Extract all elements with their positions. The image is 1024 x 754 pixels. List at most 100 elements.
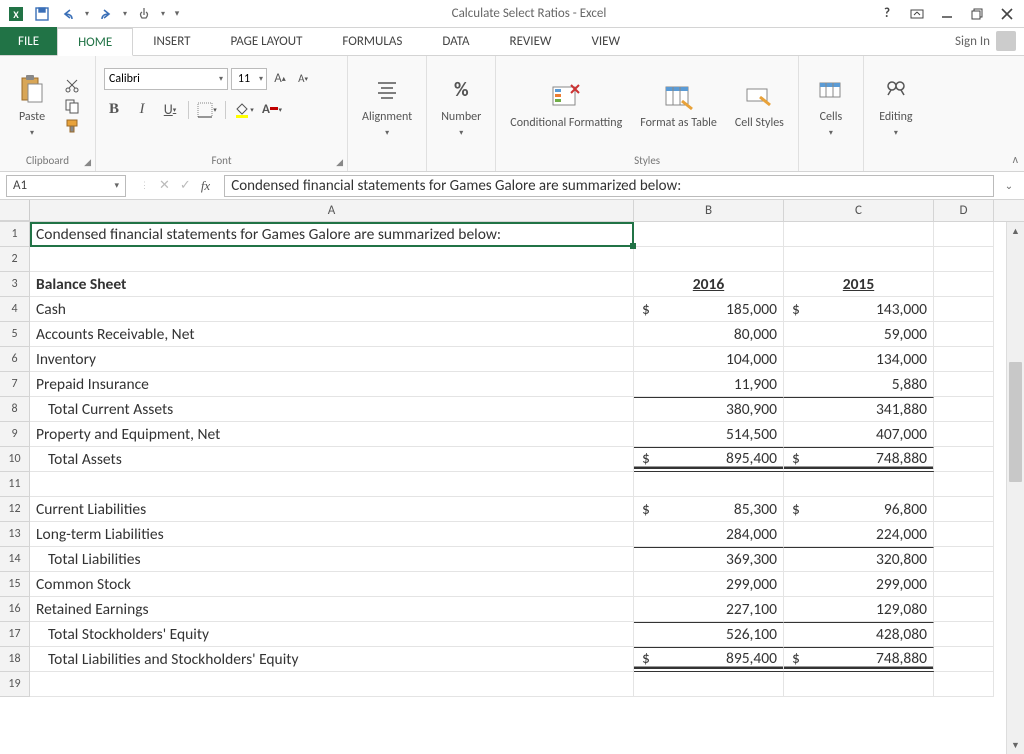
cell[interactable]: 11,900 xyxy=(634,372,784,397)
row-header[interactable]: 19 xyxy=(0,672,30,697)
cut-icon[interactable] xyxy=(62,77,82,95)
row-header[interactable]: 18 xyxy=(0,647,30,672)
dialog-launcher-icon[interactable]: ◢ xyxy=(84,157,91,168)
tab-data[interactable]: DATA xyxy=(422,27,489,55)
cell[interactable] xyxy=(784,472,934,497)
cell[interactable]: 80,000 xyxy=(634,322,784,347)
ribbon-display-icon[interactable] xyxy=(904,4,930,24)
cell[interactable]: $748,880 xyxy=(784,447,934,472)
italic-icon[interactable]: I xyxy=(132,101,152,119)
cell[interactable]: 224,000 xyxy=(784,522,934,547)
cell[interactable]: Property and Equipment, Net xyxy=(30,422,634,447)
bold-icon[interactable]: B xyxy=(104,101,124,119)
cell[interactable]: 227,100 xyxy=(634,597,784,622)
cell[interactable] xyxy=(934,472,994,497)
cell[interactable] xyxy=(934,497,994,522)
redo-dropdown-icon[interactable]: ▾ xyxy=(120,3,130,25)
cell[interactable]: Retained Earnings xyxy=(30,597,634,622)
row-header[interactable]: 16 xyxy=(0,597,30,622)
paste-button[interactable]: Paste ▾ xyxy=(8,70,56,142)
tab-view[interactable]: VIEW xyxy=(572,27,641,55)
row-header[interactable]: 13 xyxy=(0,522,30,547)
font-size-box[interactable]: ▾ xyxy=(231,68,267,90)
border-icon[interactable]: ▾ xyxy=(197,101,217,119)
row-header[interactable]: 9 xyxy=(0,422,30,447)
cell[interactable]: 428,080 xyxy=(784,622,934,647)
qat-customize-icon[interactable]: ▾ xyxy=(170,3,184,25)
cell[interactable] xyxy=(934,222,994,247)
cell[interactable] xyxy=(30,247,634,272)
tab-insert[interactable]: INSERT xyxy=(133,27,210,55)
cell[interactable] xyxy=(934,397,994,422)
cell[interactable]: 514,500 xyxy=(634,422,784,447)
cell[interactable]: 2015 xyxy=(784,272,934,297)
save-icon[interactable] xyxy=(30,3,54,25)
enter-icon[interactable]: ✓ xyxy=(180,178,191,193)
cell[interactable]: $748,880 xyxy=(784,647,934,672)
alignment-button[interactable]: Alignment▾ xyxy=(356,70,418,142)
cell[interactable]: 526,100 xyxy=(634,622,784,647)
chevron-down-icon[interactable]: ▾ xyxy=(114,180,119,191)
select-all-corner[interactable] xyxy=(0,200,30,221)
cell[interactable]: Condensed financial statements for Games… xyxy=(30,222,634,247)
cell[interactable]: Total Liabilities xyxy=(30,547,634,572)
row-header[interactable]: 5 xyxy=(0,322,30,347)
cell[interactable] xyxy=(934,522,994,547)
cell[interactable] xyxy=(934,647,994,672)
cell[interactable] xyxy=(934,547,994,572)
row-header[interactable]: 6 xyxy=(0,347,30,372)
conditional-formatting-button[interactable]: Conditional Formatting xyxy=(504,77,628,134)
format-as-table-button[interactable]: Format as Table xyxy=(634,77,723,134)
redo-icon[interactable] xyxy=(94,3,118,25)
row-header[interactable]: 11 xyxy=(0,472,30,497)
cell[interactable]: 320,800 xyxy=(784,547,934,572)
cell[interactable]: 299,000 xyxy=(784,572,934,597)
col-header-A[interactable]: A xyxy=(30,200,634,221)
number-button[interactable]: %Number▾ xyxy=(435,70,487,142)
cell[interactable]: 59,000 xyxy=(784,322,934,347)
row-header[interactable]: 7 xyxy=(0,372,30,397)
cell[interactable] xyxy=(634,247,784,272)
row-header[interactable]: 2 xyxy=(0,247,30,272)
undo-dropdown-icon[interactable]: ▾ xyxy=(82,3,92,25)
cell[interactable] xyxy=(30,672,634,697)
cell[interactable]: 284,000 xyxy=(634,522,784,547)
cell[interactable]: Balance Sheet xyxy=(30,272,634,297)
dialog-launcher-icon[interactable]: ◢ xyxy=(336,157,343,168)
cell[interactable]: $895,400 xyxy=(634,647,784,672)
scroll-up-icon[interactable]: ▲ xyxy=(1007,222,1024,240)
fill-color-icon[interactable]: ▾ xyxy=(234,101,254,119)
cell[interactable]: 134,000 xyxy=(784,347,934,372)
restore-icon[interactable] xyxy=(964,4,990,24)
tab-home[interactable]: HOME xyxy=(57,28,133,56)
row-header[interactable]: 14 xyxy=(0,547,30,572)
vertical-scrollbar[interactable]: ▲ ▼ xyxy=(1006,222,1024,754)
undo-icon[interactable] xyxy=(56,3,80,25)
editing-button[interactable]: Editing▾ xyxy=(872,70,920,142)
cell[interactable]: Total Assets xyxy=(30,447,634,472)
cell[interactable]: 104,000 xyxy=(634,347,784,372)
tab-review[interactable]: REVIEW xyxy=(490,27,572,55)
cell[interactable]: 407,000 xyxy=(784,422,934,447)
cell[interactable] xyxy=(934,372,994,397)
cell[interactable] xyxy=(934,447,994,472)
cell[interactable] xyxy=(934,247,994,272)
cell[interactable]: 5,880 xyxy=(784,372,934,397)
cell[interactable] xyxy=(934,322,994,347)
minimize-icon[interactable] xyxy=(934,4,960,24)
row-header[interactable]: 3 xyxy=(0,272,30,297)
tab-file[interactable]: FILE xyxy=(0,27,57,55)
format-painter-icon[interactable] xyxy=(62,117,82,135)
cell[interactable]: Cash xyxy=(30,297,634,322)
row-header[interactable]: 1 xyxy=(0,222,30,247)
fx-icon[interactable]: fx xyxy=(201,178,210,194)
expand-formula-bar-icon[interactable]: ⌄ xyxy=(1000,179,1018,192)
scroll-down-icon[interactable]: ▼ xyxy=(1007,736,1024,754)
cell[interactable] xyxy=(784,247,934,272)
cell[interactable]: $143,000 xyxy=(784,297,934,322)
cell[interactable] xyxy=(934,622,994,647)
grid-body[interactable]: 1Condensed financial statements for Game… xyxy=(0,222,1024,754)
tab-formulas[interactable]: FORMULAS xyxy=(322,27,422,55)
touch-mode-icon[interactable] xyxy=(132,3,156,25)
cell[interactable] xyxy=(934,597,994,622)
